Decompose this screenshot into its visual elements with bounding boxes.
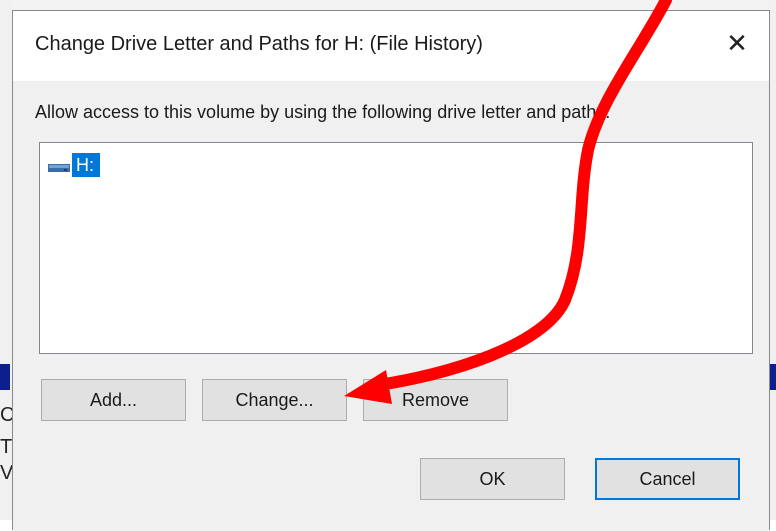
- list-item-label: H:: [72, 153, 100, 177]
- list-item[interactable]: H:: [48, 153, 100, 177]
- change-drive-letter-dialog: Change Drive Letter and Paths for H: (Fi…: [12, 10, 770, 531]
- remove-button[interactable]: Remove: [363, 379, 508, 421]
- close-button[interactable]: ✕: [719, 25, 755, 61]
- dialog-titlebar[interactable]: Change Drive Letter and Paths for H: (Fi…: [13, 11, 769, 81]
- ok-button[interactable]: OK: [420, 458, 565, 500]
- add-button[interactable]: Add...: [41, 379, 186, 421]
- cancel-button[interactable]: Cancel: [595, 458, 740, 500]
- dialog-title: Change Drive Letter and Paths for H: (Fi…: [35, 33, 483, 55]
- background-selection-bar-left: [0, 364, 10, 390]
- drive-icon: [48, 160, 70, 172]
- background-text-fragment: T: [0, 436, 13, 458]
- change-button[interactable]: Change...: [202, 379, 347, 421]
- dialog-description: Allow access to this volume by using the…: [35, 102, 611, 122]
- close-icon: ✕: [726, 27, 748, 58]
- dialog-client-area: Allow access to this volume by using the…: [13, 81, 769, 531]
- drive-paths-listbox[interactable]: H:: [39, 142, 753, 354]
